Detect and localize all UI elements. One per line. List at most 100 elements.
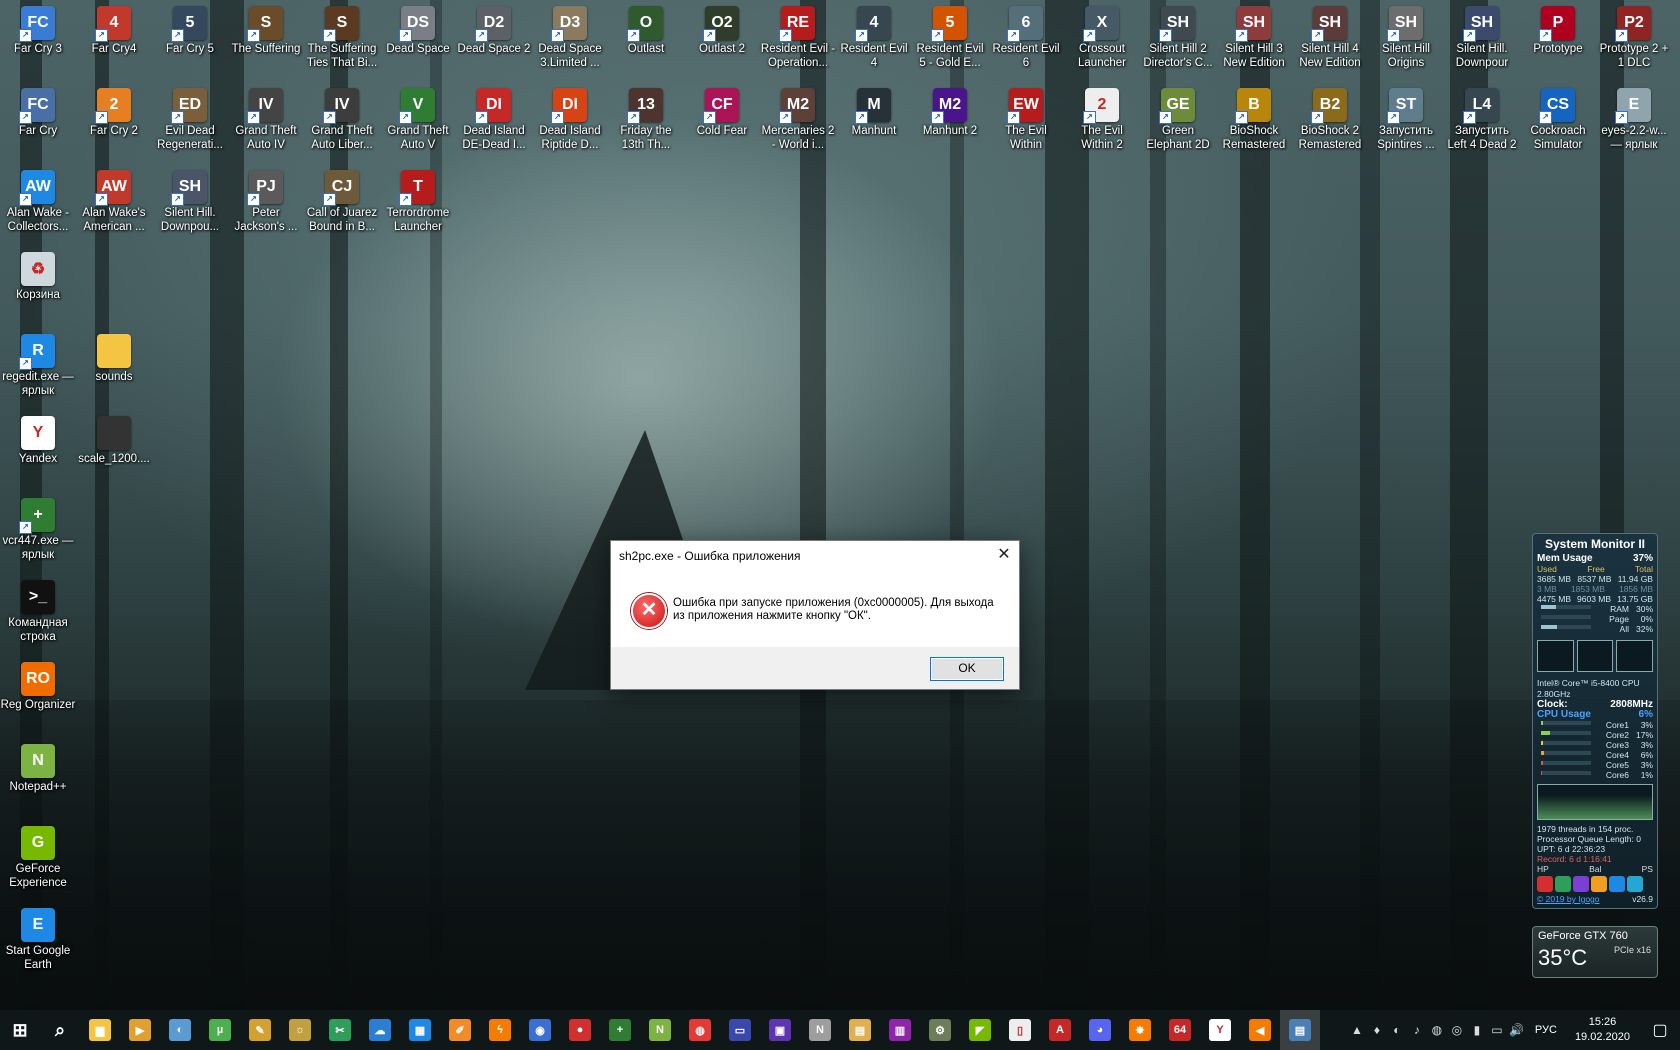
taskbar-app-7-button[interactable]: ✂ — [320, 1010, 360, 1050]
desktop-icon[interactable]: M2 ↗ Manhunt 2 — [912, 88, 988, 138]
desktop-icon[interactable]: P2 ↗ Prototype 2 + 1 DLC — [1596, 6, 1672, 70]
tray-icon[interactable]: ▮ — [1467, 1023, 1487, 1037]
dialog-close-button[interactable]: ✕ — [989, 541, 1019, 569]
info-icon[interactable] — [1627, 876, 1643, 892]
taskbar-app-13-button[interactable]: ● — [560, 1010, 600, 1050]
desktop-icon[interactable]: >_ Командная строка — [0, 580, 76, 644]
taskbar-document-button[interactable]: ▯ — [1000, 1010, 1040, 1050]
desktop-icon[interactable]: M ↗ Manhunt — [836, 88, 912, 138]
desktop-icon[interactable]: P ↗ Prototype — [1520, 6, 1596, 56]
taskbar-yandex-button[interactable]: Y — [1200, 1010, 1240, 1050]
taskbar-app-11-button[interactable]: ϟ — [480, 1010, 520, 1050]
desktop-icon[interactable]: 4 ↗ Resident Evil 4 — [836, 6, 912, 70]
taskbar-app-14-button[interactable]: + — [600, 1010, 640, 1050]
taskbar-app-5-button[interactable]: ✎ — [240, 1010, 280, 1050]
desktop-icon[interactable]: IV ↗ Grand Theft Auto IV — [228, 88, 304, 152]
taskbar-app-18-button[interactable]: ▣ — [760, 1010, 800, 1050]
sleep-icon[interactable] — [1573, 876, 1589, 892]
language-indicator[interactable]: РУС — [1527, 1024, 1565, 1036]
desktop-icon[interactable]: S ↗ The Suffering Ties That Bi... — [304, 6, 380, 70]
desktop-icon[interactable]: 13 ↗ Friday the 13th Th... — [608, 88, 684, 152]
desktop-icon[interactable]: Y Yandex — [0, 416, 76, 466]
desktop-icon[interactable]: SH ↗ Silent Hill 4 New Edition — [1292, 6, 1368, 70]
taskbar-utorrent-button[interactable]: µ — [200, 1010, 240, 1050]
restart-icon[interactable] — [1555, 876, 1571, 892]
taskbar-explorer-button[interactable]: ▆ — [80, 1010, 120, 1050]
sysmon-credit-link[interactable]: © 2019 by Igogo — [1537, 894, 1600, 904]
desktop-icon[interactable]: D2 ↗ Dead Space 2 — [456, 6, 532, 56]
clock[interactable]: 15:26 19.02.2020 — [1565, 1015, 1640, 1045]
desktop-icon[interactable]: RO Reg Organizer — [0, 662, 76, 712]
desktop-icon[interactable]: SH ↗ Silent Hill. Downpour — [1444, 6, 1520, 70]
desktop-icon[interactable]: E Start Google Earth — [0, 908, 76, 972]
desktop-icon[interactable]: ST ↗ Запустить Spintires ... — [1368, 88, 1444, 152]
desktop-icon[interactable]: R ↗ regedit.exe — ярлык — [0, 334, 76, 398]
taskbar-app-8-button[interactable]: ☁ — [360, 1010, 400, 1050]
taskbar-notepad-button[interactable]: N — [640, 1010, 680, 1050]
taskbar-active-window-button[interactable]: ▤ — [1280, 1010, 1320, 1050]
desktop-icon[interactable]: AW ↗ Alan Wake's American ... — [76, 170, 152, 234]
desktop-icon[interactable]: D3 ↗ Dead Space 3.Limited ... — [532, 6, 608, 70]
desktop-icon[interactable]: IV ↗ Grand Theft Auto Liber... — [304, 88, 380, 152]
desktop-icon[interactable]: M2 ↗ Mercenaries 2 - World i... — [760, 88, 836, 152]
desktop-icon[interactable]: DI ↗ Dead Island Riptide D... — [532, 88, 608, 152]
tray-icon[interactable]: ◐ — [1387, 1023, 1407, 1037]
desktop-icon[interactable]: 6 ↗ Resident Evil 6 — [988, 6, 1064, 70]
taskbar-sound-app-button[interactable]: ◀ — [1240, 1010, 1280, 1050]
desktop-icon[interactable]: S ↗ The Suffering — [228, 6, 304, 56]
taskbar-app-20-button[interactable]: ▤ — [840, 1010, 880, 1050]
tray-icon[interactable]: ◎ — [1447, 1023, 1467, 1037]
desktop-icon[interactable]: G GeForce Experience — [0, 826, 76, 890]
taskbar-app-17-button[interactable]: ▭ — [720, 1010, 760, 1050]
tray-icon[interactable]: ◍ — [1427, 1023, 1447, 1037]
desktop-icon[interactable]: sounds — [76, 334, 152, 384]
desktop-icon[interactable]: PJ ↗ Peter Jackson's ... — [228, 170, 304, 234]
desktop-icon[interactable]: ED ↗ Evil Dead Regenerati... — [152, 88, 228, 152]
logoff-icon[interactable] — [1609, 876, 1625, 892]
desktop-icon[interactable]: + ↗ vcr447.exe — ярлык — [0, 498, 76, 562]
desktop-icon[interactable]: CF ↗ Cold Fear — [684, 88, 760, 138]
power-icon[interactable] — [1537, 876, 1553, 892]
taskbar-winrar-button[interactable]: ▥ — [880, 1010, 920, 1050]
desktop-icon[interactable]: B ↗ BioShock Remastered — [1216, 88, 1292, 152]
desktop-icon[interactable]: FC ↗ Far Cry — [0, 88, 76, 138]
taskbar-media-button[interactable]: ▶ — [120, 1010, 160, 1050]
desktop-icon[interactable]: 2 ↗ Far Cry 2 — [76, 88, 152, 138]
desktop-icon[interactable]: scale_1200.... — [76, 416, 152, 466]
desktop-icon[interactable]: N Notepad++ — [0, 744, 76, 794]
desktop-icon[interactable]: V ↗ Grand Theft Auto V — [380, 88, 456, 152]
taskbar-acrobat-button[interactable]: A — [1040, 1010, 1080, 1050]
desktop-icon[interactable]: AW ↗ Alan Wake - Collectors... — [0, 170, 76, 234]
taskbar-app-9-button[interactable]: ▦ — [400, 1010, 440, 1050]
desktop-icon[interactable]: E ↗ eyes-2.2-w... — ярлык — [1596, 88, 1672, 152]
desktop-icon[interactable]: SH ↗ Silent Hill Origins — [1368, 6, 1444, 70]
desktop-icon[interactable]: DI ↗ Dead Island DE-Dead I... — [456, 88, 532, 152]
desktop-icon[interactable]: SH ↗ Silent Hill 2 Director's C... — [1140, 6, 1216, 70]
taskbar-app-19-button[interactable]: N — [800, 1010, 840, 1050]
desktop-icon[interactable]: 4 ↗ Far Cry4 — [76, 6, 152, 56]
taskbar-app-28-button[interactable]: ✸ — [1120, 1010, 1160, 1050]
taskbar-app-16-button[interactable]: ◍ — [680, 1010, 720, 1050]
desktop-icon[interactable]: 5 ↗ Far Cry 5 — [152, 6, 228, 56]
notification-center-icon[interactable]: ▢ — [1640, 1020, 1680, 1040]
desktop-icon[interactable]: FC ↗ Far Cry 3 — [0, 6, 76, 56]
desktop-icon[interactable]: SH ↗ Silent Hill 3 New Edition — [1216, 6, 1292, 70]
tray-icon[interactable]: ▭ — [1487, 1023, 1507, 1037]
taskbar-app-10-button[interactable]: ✐ — [440, 1010, 480, 1050]
desktop-icon[interactable]: 5 ↗ Resident Evil 5 - Gold E... — [912, 6, 988, 70]
desktop-icon[interactable]: RE ↗ Resident Evil - Operation... — [760, 6, 836, 70]
ok-button[interactable]: OK — [930, 657, 1004, 681]
desktop-icon[interactable]: CJ ↗ Call of Juarez Bound in B... — [304, 170, 380, 234]
desktop-icon[interactable]: ♻ Корзина — [0, 252, 76, 302]
desktop-icon[interactable]: X ↗ Crossout Launcher — [1064, 6, 1140, 70]
desktop-icon[interactable]: T ↗ Terrordrome Launcher — [380, 170, 456, 234]
taskbar-app-22-button[interactable]: ⚙ — [920, 1010, 960, 1050]
tray-icon[interactable]: ♪ — [1407, 1023, 1427, 1037]
taskbar-app-3-button[interactable]: ◐ — [160, 1010, 200, 1050]
desktop-icon[interactable]: GE ↗ Green Elephant 2D — [1140, 88, 1216, 152]
taskbar-app-6-button[interactable]: ☼ — [280, 1010, 320, 1050]
taskbar-search-button[interactable]: ⌕ — [40, 1010, 80, 1050]
lock-icon[interactable] — [1591, 876, 1607, 892]
taskbar-start-button[interactable]: ⊞ — [0, 1010, 40, 1050]
taskbar-aida64-button[interactable]: 64 — [1160, 1010, 1200, 1050]
